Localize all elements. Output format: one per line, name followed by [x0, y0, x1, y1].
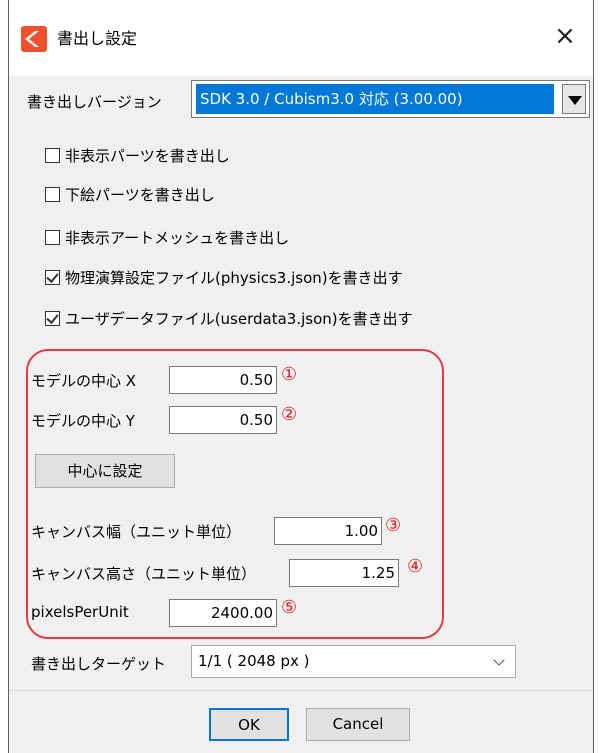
export-version-select[interactable]: SDK 3.0 / Cubism3.0 対応 (3.00.00): [191, 80, 590, 118]
check-icon: [46, 311, 59, 324]
export-target-select[interactable]: 1/1 ( 2048 px ): [191, 645, 516, 678]
canvas-height-input[interactable]: 1.25: [289, 559, 399, 587]
ok-button[interactable]: OK: [209, 708, 289, 741]
canvas-height-label: キャンバス高さ（ユニット単位）: [31, 565, 257, 583]
marker-2: ②: [281, 404, 298, 425]
pixels-per-unit-label: pixelsPerUnit: [31, 603, 129, 621]
marker-5: ⑤: [281, 597, 298, 618]
model-center-y-input[interactable]: 0.50: [169, 406, 277, 434]
checkbox-checked[interactable]: [45, 311, 60, 326]
model-center-x-input[interactable]: 0.50: [169, 366, 277, 394]
marker-1: ①: [281, 364, 298, 385]
checkbox[interactable]: [45, 148, 60, 163]
option-label: 物理演算設定ファイル(physics3.json)を書き出す: [65, 269, 403, 287]
export-settings-dialog: 書出し設定 × 書き出しバージョン SDK 3.0 / Cubism3.0 対応…: [8, 0, 594, 753]
option-label: ユーザデータファイル(userdata3.json)を書き出す: [65, 310, 413, 328]
export-target-value: 1/1 ( 2048 px ): [198, 652, 310, 670]
export-version-label: 書き出しバージョン: [27, 93, 162, 111]
close-icon[interactable]: ×: [545, 16, 585, 56]
model-center-x-label: モデルの中心 X: [31, 372, 137, 390]
marker-4: ④: [407, 556, 424, 577]
canvas-width-label: キャンバス幅（ユニット単位）: [31, 523, 242, 541]
set-center-button[interactable]: 中心に設定: [35, 454, 175, 488]
export-version-value: SDK 3.0 / Cubism3.0 対応 (3.00.00): [196, 84, 554, 114]
check-icon: [46, 270, 59, 283]
model-center-y-label: モデルの中心 Y: [31, 412, 135, 430]
option-label: 非表示パーツを書き出し: [65, 147, 230, 165]
dialog-title: 書出し設定: [57, 29, 138, 48]
marker-3: ③: [385, 515, 402, 536]
export-target-label: 書き出しターゲット: [31, 655, 167, 673]
checkbox[interactable]: [45, 230, 60, 245]
cubism-logo-icon: [21, 26, 47, 52]
canvas-width-input[interactable]: 1.00: [274, 517, 382, 545]
chevron-down-icon: [493, 654, 505, 666]
option-label: 下絵パーツを書き出し: [65, 186, 215, 204]
divider: [9, 690, 593, 691]
title-bar: 書出し設定 ×: [9, 0, 593, 76]
checkbox-checked[interactable]: [45, 270, 60, 285]
option-label: 非表示アートメッシュを書き出し: [65, 229, 290, 247]
cancel-button[interactable]: Cancel: [306, 708, 410, 741]
checkbox[interactable]: [45, 187, 60, 202]
dropdown-arrow-icon[interactable]: [562, 84, 586, 114]
pixels-per-unit-input[interactable]: 2400.00: [169, 599, 277, 627]
